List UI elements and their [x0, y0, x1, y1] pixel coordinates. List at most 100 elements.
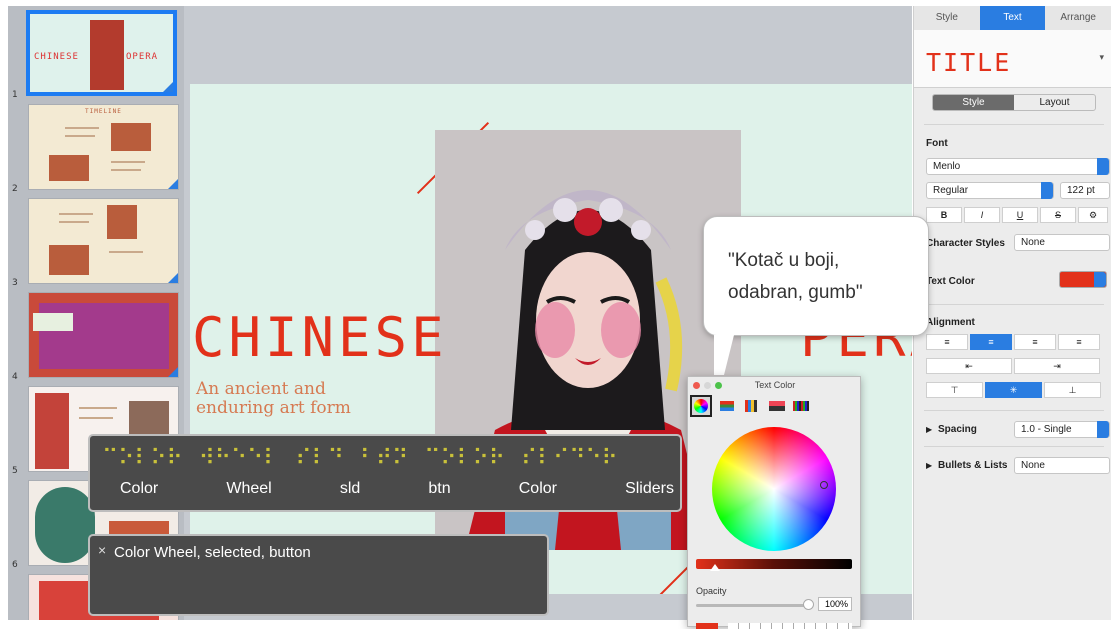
thumb-number-2: 2: [12, 184, 18, 194]
thumb-image: [49, 155, 89, 181]
braille-word: Color: [120, 480, 159, 497]
thumb-text: [109, 251, 143, 253]
bullets-popup[interactable]: None: [1014, 457, 1110, 474]
current-color-swatch[interactable]: [696, 623, 718, 629]
thumb-text: [111, 169, 141, 171]
thumb-image: [107, 205, 137, 239]
divider: [924, 304, 1104, 305]
thumb-number-4: 4: [12, 372, 18, 382]
brightness-slider-thumb[interactable]: [710, 564, 720, 571]
style-layout-segmented-control: Style Layout: [932, 94, 1096, 111]
thumb-image: [49, 245, 89, 275]
divider: [924, 410, 1104, 411]
braille-translation: Color Wheel sld btn Color Sliders: [90, 480, 684, 498]
color-wheel-pointer[interactable]: [820, 481, 828, 489]
slide-thumbnail-1[interactable]: CHINESE OPERA: [26, 10, 177, 96]
color-panel-title: Text Color: [754, 380, 796, 390]
slide-thumbnail-2[interactable]: TIMELINE: [28, 104, 179, 190]
disclosure-triangle-icon[interactable]: ▶: [926, 425, 932, 434]
font-format-buttons: B I U S ⚙︎: [926, 207, 1108, 223]
strikethrough-button[interactable]: S: [1040, 207, 1076, 223]
gear-icon[interactable]: ⚙︎: [1078, 207, 1108, 223]
italic-button[interactable]: I: [964, 207, 1000, 223]
thumb-photo: [90, 20, 124, 90]
braille-panel: ⠉⠕⠇⠕⠗⠀⠺⠓⠑⠑⠇⠀⠎⠇⠙⠀⠃⠞⠝⠀⠉⠕⠇⠕⠗⠀⠎⠇⠊⠙⠑⠗ Color W…: [88, 434, 682, 512]
thumb-text: [79, 417, 113, 419]
thumb-text: [65, 135, 95, 137]
thumb-title-right: OPERA: [126, 52, 159, 62]
color-wheel-icon: [694, 399, 708, 413]
thumb-corner: [168, 179, 178, 189]
speech-line-1: "Kotač u boji,: [728, 250, 840, 271]
justify-button[interactable]: ≡: [1058, 334, 1100, 350]
bold-button[interactable]: B: [926, 207, 962, 223]
slide-subtitle[interactable]: An ancient and enduring art form: [196, 380, 351, 418]
vertical-alignment-buttons: ⊤ ✳ ⊥: [926, 382, 1101, 398]
align-middle-button[interactable]: ✳: [985, 382, 1042, 398]
font-size-value: 122 pt: [1067, 185, 1095, 196]
font-weight-popup[interactable]: Regular: [926, 182, 1054, 199]
braille-cells: ⠉⠕⠇⠕⠗⠀⠺⠓⠑⠑⠇⠀⠎⠇⠙⠀⠃⠞⠝⠀⠉⠕⠇⠕⠗⠀⠎⠇⠊⠙⠑⠗: [102, 446, 618, 471]
align-bottom-button[interactable]: ⊥: [1044, 382, 1101, 398]
subtitle-line-2: enduring art form: [196, 398, 351, 418]
subtitle-line-1: An ancient and: [196, 379, 326, 399]
tab-arrange[interactable]: Arrange: [1045, 6, 1111, 30]
close-icon[interactable]: ×: [98, 542, 106, 558]
speech-text: "Kotač u boji, odabran, gumb": [728, 245, 863, 309]
segment-style[interactable]: Style: [933, 95, 1014, 110]
indent-buttons: ⇤ ⇥: [926, 358, 1100, 374]
character-styles-popup[interactable]: None: [1014, 234, 1110, 251]
opacity-field[interactable]: 100%: [818, 597, 852, 611]
thumb-text: [111, 161, 145, 163]
font-family-popup[interactable]: Menlo: [926, 158, 1110, 175]
slide-thumbnail-3[interactable]: [28, 198, 179, 284]
paragraph-style-popup[interactable]: TITLE ▾: [914, 30, 1111, 88]
tab-text[interactable]: Text: [979, 6, 1046, 30]
palettes-icon: [745, 400, 757, 412]
caption-text: Color Wheel, selected, button: [114, 544, 311, 561]
color-wheel-tab[interactable]: [690, 395, 712, 417]
opacity-slider-knob[interactable]: [803, 599, 814, 610]
paragraph-style-name: TITLE: [926, 48, 1012, 77]
color-palettes-tab[interactable]: [740, 395, 762, 417]
segment-layout[interactable]: Layout: [1014, 95, 1095, 110]
divider: [924, 446, 1104, 447]
braille-word: Color: [518, 480, 557, 497]
font-label: Font: [926, 138, 948, 149]
slide-title-left[interactable]: CHINESE: [192, 306, 448, 369]
slide-thumbnail-4[interactable]: [28, 292, 179, 378]
voiceover-caption-panel: × Color Wheel, selected, button: [88, 534, 549, 616]
underline-button[interactable]: U: [1002, 207, 1038, 223]
align-center-button[interactable]: ≡: [970, 334, 1012, 350]
thumb-image: [111, 123, 151, 151]
increase-indent-button[interactable]: ⇥: [1014, 358, 1100, 374]
disclosure-triangle-icon[interactable]: ▶: [926, 461, 932, 470]
thumb-text: [59, 221, 89, 223]
font-size-field[interactable]: 122 pt: [1060, 182, 1110, 199]
pencils-tab[interactable]: [790, 395, 812, 417]
saved-color-swatches[interactable]: [728, 623, 852, 629]
thumb-image: [35, 393, 69, 469]
braille-word: btn: [428, 480, 451, 497]
braille-word: Wheel: [226, 480, 272, 497]
thumb-corner: [163, 82, 173, 92]
decrease-indent-button[interactable]: ⇤: [926, 358, 1012, 374]
tab-style[interactable]: Style: [914, 6, 980, 30]
pencils-icon: [793, 401, 809, 411]
thumb-corner: [168, 367, 178, 377]
thumb-image: [35, 487, 95, 563]
align-left-button[interactable]: ≡: [926, 334, 968, 350]
color-sliders-tab[interactable]: [716, 395, 738, 417]
image-palettes-tab[interactable]: [766, 395, 788, 417]
alignment-label: Alignment: [926, 317, 975, 328]
color-wheel[interactable]: [712, 427, 836, 551]
spacing-popup[interactable]: 1.0 - Single: [1014, 421, 1110, 438]
opacity-slider[interactable]: [696, 604, 806, 607]
thumb-caption-box: [33, 313, 73, 331]
thumb-number-3: 3: [12, 278, 18, 288]
text-color-well[interactable]: [1059, 271, 1107, 288]
align-top-button[interactable]: ⊤: [926, 382, 983, 398]
braille-word: sld: [339, 480, 361, 497]
align-right-button[interactable]: ≡: [1014, 334, 1056, 350]
thumb-heading: TIMELINE: [85, 108, 122, 115]
